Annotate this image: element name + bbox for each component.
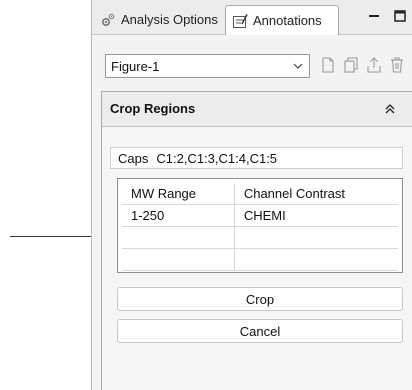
export-icon[interactable] [366, 56, 382, 74]
column-header-channel-contrast[interactable]: Channel Contrast [234, 183, 398, 205]
table-header-row: MW Range Channel Contrast [122, 183, 398, 205]
gears-icon [102, 13, 115, 26]
table-cell-channel-contrast[interactable]: CHEMI [234, 204, 398, 227]
table-row[interactable] [122, 248, 398, 271]
table-cell-channel-contrast[interactable] [234, 248, 398, 271]
crop-regions-table: MW Range Channel Contrast 1-250 CHEMI [117, 178, 403, 273]
regions-table-grid: MW Range Channel Contrast 1-250 CHEMI [122, 183, 398, 271]
table-cell-mw-range[interactable] [122, 248, 235, 271]
figure-select[interactable]: Figure-1 [105, 54, 310, 78]
crop-regions-title: Crop Regions [110, 101, 196, 116]
side-panel: Analysis Options Annotations Figure-1 Cr… [91, 0, 412, 390]
chevron-down-icon[interactable] [291, 59, 305, 73]
tab-bar: Analysis Options Annotations [92, 0, 412, 35]
figure-select-value: Figure-1 [111, 58, 160, 74]
caps-value: C1:2,C1:3,C1:4,C1:5 [156, 150, 278, 166]
copy-icon[interactable] [343, 56, 359, 74]
annotations-icon [233, 13, 248, 28]
new-document-icon[interactable] [320, 56, 336, 74]
tab-analysis-options[interactable]: Analysis Options [94, 6, 237, 33]
crop-button[interactable]: Crop [117, 287, 403, 311]
tab-annotations[interactable]: Annotations [225, 5, 339, 35]
maximize-icon[interactable] [393, 9, 407, 23]
table-row[interactable] [122, 226, 398, 249]
caps-field[interactable]: Caps C1:2,C1:3,C1:4,C1:5 [110, 147, 403, 169]
screenshot-root: Analysis Options Annotations Figure-1 Cr… [0, 0, 412, 390]
table-cell-mw-range[interactable] [122, 226, 235, 249]
collapse-chevrons-icon[interactable] [384, 103, 396, 115]
column-header-mw-range[interactable]: MW Range [122, 183, 235, 205]
cancel-button[interactable]: Cancel [117, 319, 403, 343]
crop-regions-group: Crop Regions Caps C1:2,C1:3,C1:4,C1:5 MW… [101, 91, 412, 390]
caps-label: Caps [118, 150, 149, 166]
table-cell-mw-range[interactable]: 1-250 [122, 204, 235, 227]
minimize-icon[interactable] [367, 9, 381, 23]
delete-icon[interactable] [389, 56, 405, 74]
tab-annotations-label: Annotations [253, 13, 322, 28]
tab-analysis-options-label: Analysis Options [121, 12, 218, 27]
table-row[interactable]: 1-250 CHEMI [122, 204, 398, 227]
crop-regions-header[interactable]: Crop Regions [102, 92, 412, 127]
table-cell-channel-contrast[interactable] [234, 226, 398, 249]
